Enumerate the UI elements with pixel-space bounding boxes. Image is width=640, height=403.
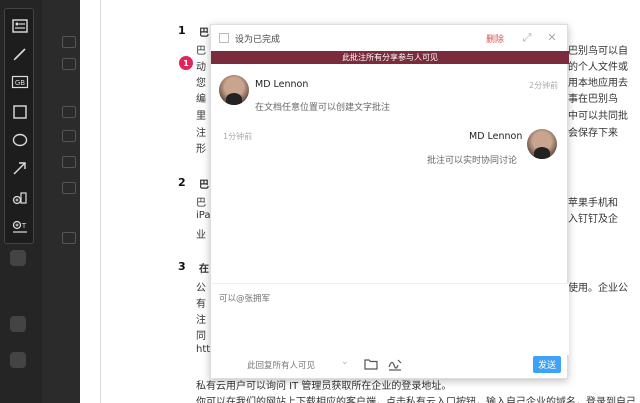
doc-text-line: 巴 — [196, 46, 206, 57]
section-heading: 巴 — [199, 180, 209, 191]
sidebar-nav-icon[interactable] — [62, 232, 76, 244]
section-heading: 在 — [199, 264, 209, 275]
reply-input[interactable] — [219, 292, 559, 348]
workspace-icon[interactable] — [10, 250, 26, 266]
doc-text-line: 业 — [196, 230, 206, 241]
doc-text-line: 入钉钉及企 — [568, 214, 618, 225]
comment-timestamp: 1分钟前 — [223, 132, 253, 141]
rectangle-tool-icon[interactable] — [9, 101, 31, 123]
comment-author: MD Lennon — [469, 131, 523, 142]
section-number: 3 — [178, 260, 186, 273]
panel-header: 设为已完成 删除 ⤢ ✕ — [211, 25, 569, 51]
doc-text-line: 形 — [196, 144, 206, 155]
gb-tool-icon[interactable]: GB — [9, 71, 31, 93]
avatar — [219, 75, 249, 105]
gb-tool-label: GB — [15, 79, 25, 87]
visibility-select[interactable]: 此回复所有人可见 — [247, 359, 315, 371]
sidebar-nav-icon[interactable] — [62, 182, 76, 194]
doc-text-line: 的个人文件或 — [568, 62, 628, 73]
doc-text-line: 里 — [196, 111, 206, 122]
doc-text-line: 你可以在我们的网站上下载相应的客户端，点击私有云入口按钮，输入自己企业的域名，登… — [196, 397, 636, 403]
signature-icon[interactable] — [387, 356, 403, 372]
add-shape-tool-icon[interactable] — [9, 187, 31, 209]
comment-item: 1分钟前 MD Lennon 批注可以实时协同讨论 — [211, 125, 569, 175]
workspace-icon[interactable] — [10, 316, 26, 332]
doc-text-line: 有 — [196, 299, 206, 310]
panel-footer: 此回复所有人可见 ⌄ 发送 — [211, 350, 569, 380]
section-heading: 巴 — [199, 28, 209, 39]
chevron-down-icon[interactable]: ⌄ — [341, 357, 349, 367]
add-text-tool-icon[interactable]: T — [9, 215, 31, 237]
mark-complete-label[interactable]: 设为已完成 — [235, 32, 280, 45]
text-comment-tool-icon[interactable] — [9, 15, 31, 37]
sidebar-nav-icon[interactable] — [62, 130, 76, 142]
arrow-tool-icon[interactable] — [9, 157, 31, 179]
doc-text-line: 苹果手机和 — [568, 198, 618, 209]
send-button[interactable]: 发送 — [533, 356, 561, 373]
sidebar-nav-icon[interactable] — [62, 156, 76, 168]
folder-icon[interactable] — [363, 356, 379, 372]
doc-text-line: 使用。企业公 — [568, 283, 628, 294]
comment-author: MD Lennon — [255, 79, 309, 90]
doc-text-line: 您 — [196, 78, 206, 89]
doc-text-line: 注 — [196, 315, 206, 326]
mark-complete-checkbox[interactable] — [219, 33, 229, 43]
comment-panel: 设为已完成 删除 ⤢ ✕ 此批注所有分享参与人可见 MD Lennon 2分钟前… — [210, 24, 569, 380]
delete-button[interactable]: 删除 — [486, 32, 504, 45]
section-number: 1 — [178, 24, 186, 37]
close-icon[interactable]: ✕ — [545, 31, 559, 45]
doc-text-line: 编 — [196, 94, 206, 105]
ellipse-tool-icon[interactable] — [9, 129, 31, 151]
comment-item: MD Lennon 2分钟前 在文档任意位置可以创建文字批注 — [211, 69, 569, 117]
doc-text-line: 巴别鸟可以自 — [568, 46, 628, 57]
doc-text-line: 同 — [196, 331, 206, 342]
visibility-banner: 此批注所有分享参与人可见 — [211, 51, 569, 64]
sidebar-nav-icon[interactable] — [62, 36, 76, 48]
comment-timestamp: 2分钟前 — [529, 81, 559, 90]
reply-area — [211, 283, 569, 355]
comment-text: 在文档任意位置可以创建文字批注 — [255, 103, 391, 113]
doc-text-line: 会保存下来 — [568, 128, 618, 139]
pencil-tool-icon[interactable] — [9, 43, 31, 65]
svg-text:T: T — [21, 222, 27, 230]
page-margin-line — [100, 0, 101, 403]
doc-text-line: 中可以共同批 — [568, 111, 628, 122]
workspace-icon[interactable] — [10, 352, 26, 368]
avatar — [527, 129, 557, 159]
comment-text: 批注可以实时协同讨论 — [427, 156, 518, 166]
doc-text-line: 公 — [196, 283, 206, 294]
doc-text-line: 巴 — [196, 198, 206, 209]
sidebar-nav-icon[interactable] — [62, 106, 76, 118]
drawing-toolbar: GB T — [4, 8, 34, 244]
sidebar-nav-icon[interactable] — [62, 58, 76, 70]
doc-text-line: htt — [196, 344, 211, 355]
doc-text-line: 用本地应用去 — [568, 78, 628, 89]
doc-text-line: 事在巴别鸟 — [568, 94, 618, 105]
section-number: 2 — [178, 176, 186, 189]
doc-text-line: iPa — [196, 210, 211, 221]
doc-text-line: 注 — [196, 128, 206, 139]
expand-icon[interactable]: ⤢ — [520, 31, 534, 45]
doc-text-line: 动 — [196, 62, 206, 73]
comment-marker[interactable]: 1 — [179, 56, 193, 70]
